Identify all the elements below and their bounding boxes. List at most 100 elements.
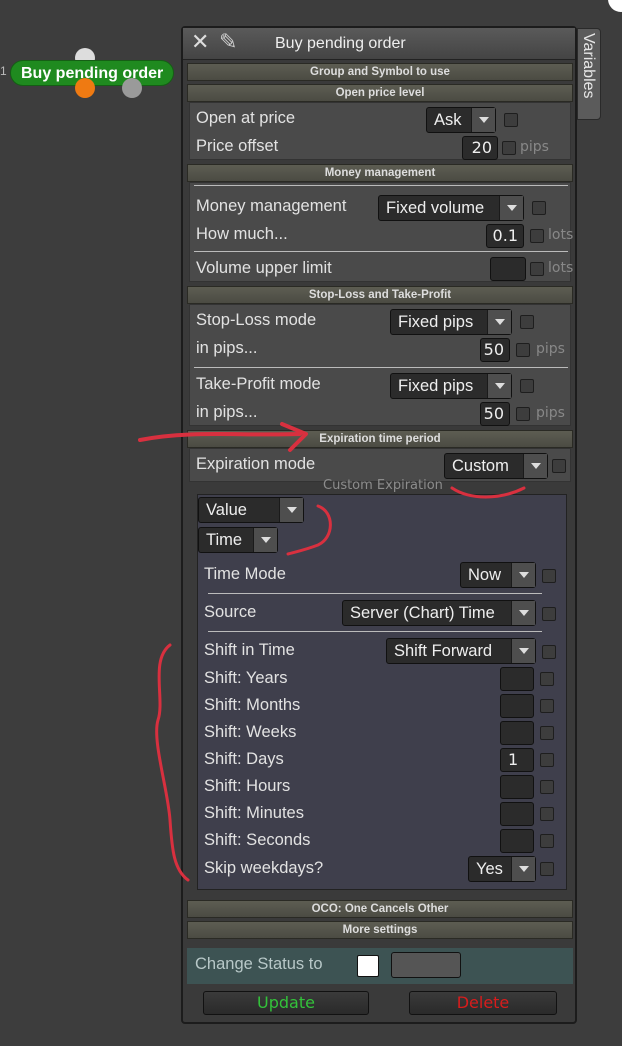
price-offset-unit: pips (520, 139, 549, 155)
shift-months-checkbox[interactable] (540, 699, 554, 713)
sl-pips-checkbox[interactable] (516, 343, 530, 357)
shift-months-label: Shift: Months (204, 696, 301, 714)
sl-mode-label: Stop-Loss mode (196, 311, 317, 329)
volume-limit-label: Volume upper limit (196, 259, 332, 277)
sl-pips-input[interactable]: 50 (480, 338, 510, 362)
update-button[interactable]: Update (203, 991, 369, 1015)
money-section: Money management Fixed volume How much..… (189, 182, 574, 282)
custom-expiration-box: Value Time Time Mode Now Source Server (… (197, 494, 567, 890)
value-type-dropdown[interactable]: Value (198, 497, 304, 523)
chevron-down-icon (499, 196, 523, 220)
sl-pips-label: in pips... (196, 339, 258, 357)
shift-days-input[interactable]: 1 (500, 748, 534, 772)
open-at-dropdown[interactable]: Ask (426, 107, 496, 133)
how-much-label: How much... (196, 225, 288, 243)
open-at-checkbox[interactable] (504, 113, 518, 127)
chevron-down-icon (511, 601, 535, 625)
shift-hours-checkbox[interactable] (540, 780, 554, 794)
node-output-port-orange[interactable] (75, 78, 95, 98)
source-label: Source (204, 603, 257, 621)
time-mode-dropdown[interactable]: Now (460, 562, 536, 588)
money-mgmt-dropdown[interactable]: Fixed volume (378, 195, 524, 221)
chevron-down-icon (487, 310, 511, 334)
source-checkbox[interactable] (542, 607, 556, 621)
change-status-label: Change Status to (195, 955, 323, 973)
section-oco[interactable]: OCO: One Cancels Other (187, 900, 573, 918)
chevron-down-icon (523, 454, 547, 478)
section-money[interactable]: Money management (187, 164, 573, 182)
tp-pips-input[interactable]: 50 (480, 402, 510, 426)
shift-seconds-input[interactable] (500, 829, 534, 853)
how-much-input[interactable]: 0.1 (486, 224, 524, 248)
shift-time-checkbox[interactable] (542, 645, 556, 659)
pin-icon[interactable]: ✎ (219, 30, 237, 55)
skip-weekdays-checkbox[interactable] (540, 862, 554, 876)
shift-hours-label: Shift: Hours (204, 777, 291, 795)
delete-button[interactable]: Delete (409, 991, 557, 1015)
tp-mode-dropdown[interactable]: Fixed pips (390, 373, 512, 399)
time-type-dropdown[interactable]: Time (198, 527, 278, 553)
tp-pips-checkbox[interactable] (516, 407, 530, 421)
title-bar[interactable]: ✕ ✎ Buy pending order (183, 28, 575, 60)
node-number: 1 (0, 64, 7, 78)
change-status-row: Change Status to (187, 948, 573, 984)
status-checkbox[interactable] (357, 955, 379, 977)
tp-mode-checkbox[interactable] (520, 379, 534, 393)
section-expiration[interactable]: Expiration time period (187, 430, 573, 448)
shift-days-label: Shift: Days (204, 750, 284, 768)
price-offset-input[interactable]: 20 (462, 136, 498, 160)
expiration-mode-dropdown[interactable]: Custom (444, 453, 548, 479)
volume-limit-checkbox[interactable] (530, 262, 544, 276)
shift-years-input[interactable] (500, 667, 534, 691)
sltp-section: Stop-Loss mode Fixed pips in pips... 50 … (189, 304, 571, 426)
node-output-port-gray[interactable] (122, 78, 142, 98)
custom-expiration-label: Custom Expiration (323, 478, 443, 493)
workflow-node[interactable]: 1 Buy pending order (0, 48, 178, 98)
expiration-mode-checkbox[interactable] (552, 459, 566, 473)
section-sltp[interactable]: Stop-Loss and Take-Profit (187, 286, 573, 304)
chevron-down-icon (487, 374, 511, 398)
shift-minutes-label: Shift: Minutes (204, 804, 304, 822)
settings-panel: ✕ ✎ Buy pending order Group and Symbol t… (181, 26, 577, 1024)
variables-tab[interactable]: Variables (577, 28, 601, 120)
shift-hours-input[interactable] (500, 775, 534, 799)
how-much-checkbox[interactable] (530, 229, 544, 243)
shift-years-label: Shift: Years (204, 669, 288, 687)
section-group-symbol[interactable]: Group and Symbol to use (187, 63, 573, 81)
time-mode-label: Time Mode (204, 565, 286, 583)
shift-weeks-label: Shift: Weeks (204, 723, 297, 741)
status-dropdown[interactable] (391, 952, 461, 978)
skip-weekdays-label: Skip weekdays? (204, 859, 324, 877)
shift-years-checkbox[interactable] (540, 672, 554, 686)
shift-minutes-checkbox[interactable] (540, 807, 554, 821)
expiration-section: Expiration mode Custom (189, 448, 571, 482)
chevron-down-icon (511, 857, 535, 881)
time-mode-checkbox[interactable] (542, 569, 556, 583)
sl-mode-checkbox[interactable] (520, 315, 534, 329)
section-open-price[interactable]: Open price level (187, 84, 573, 102)
shift-minutes-input[interactable] (500, 802, 534, 826)
shift-weeks-input[interactable] (500, 721, 534, 745)
how-much-unit: lots (548, 227, 574, 243)
shift-months-input[interactable] (500, 694, 534, 718)
tp-mode-label: Take-Profit mode (196, 375, 321, 393)
chevron-down-icon (511, 563, 535, 587)
shift-weeks-checkbox[interactable] (540, 726, 554, 740)
tp-pips-label: in pips... (196, 403, 258, 421)
shift-time-dropdown[interactable]: Shift Forward (386, 638, 536, 664)
price-offset-checkbox[interactable] (502, 141, 516, 155)
close-icon[interactable]: ✕ (191, 32, 209, 54)
window-title: Buy pending order (275, 35, 406, 52)
shift-seconds-checkbox[interactable] (540, 834, 554, 848)
sl-pips-unit: pips (536, 341, 565, 357)
open-at-label: Open at price (196, 109, 296, 127)
volume-limit-input[interactable] (490, 257, 526, 281)
variables-tab-label: Variables (580, 33, 597, 99)
sl-mode-dropdown[interactable]: Fixed pips (390, 309, 512, 335)
skip-weekdays-dropdown[interactable]: Yes (468, 856, 536, 882)
section-more-settings[interactable]: More settings (187, 921, 573, 939)
shift-seconds-label: Shift: Seconds (204, 831, 311, 849)
money-mgmt-checkbox[interactable] (532, 201, 546, 215)
shift-days-checkbox[interactable] (540, 753, 554, 767)
source-dropdown[interactable]: Server (Chart) Time (342, 600, 536, 626)
